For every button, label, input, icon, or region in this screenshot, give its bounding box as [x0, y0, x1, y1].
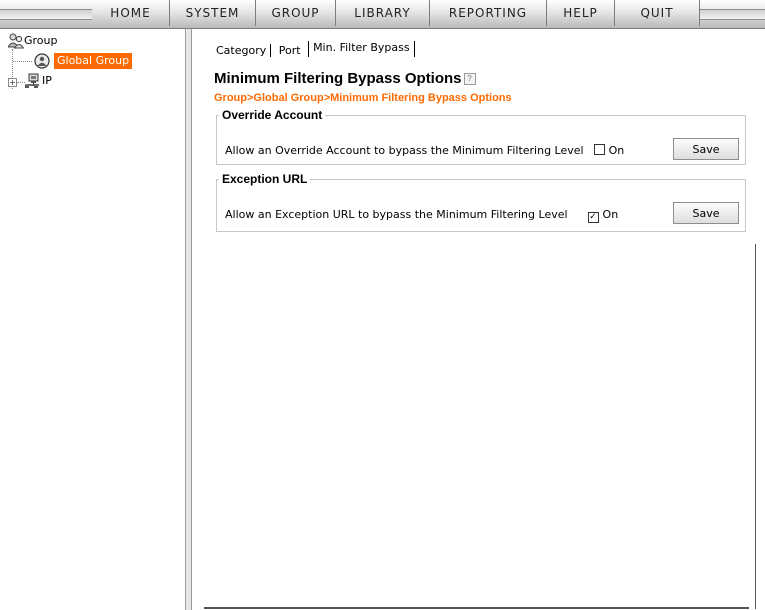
- page-title: Minimum Filtering Bypass Options?: [214, 70, 476, 87]
- override-account-description: Allow an Override Account to bypass the …: [225, 144, 584, 157]
- main-content: Category Port Min. Filter Bypass Minimum…: [192, 29, 765, 610]
- override-account-legend: Override Account: [222, 108, 323, 122]
- tree-expand-toggle[interactable]: +: [8, 78, 17, 87]
- tab-bar: Category Port Min. Filter Bypass: [212, 41, 415, 62]
- menu-bar-decoration-right: [700, 9, 765, 20]
- globe-group-icon: [34, 53, 50, 69]
- top-menu-bar: HOME SYSTEM GROUP LIBRARY REPORTING HELP…: [0, 0, 765, 29]
- menu-library[interactable]: LIBRARY: [336, 0, 430, 26]
- exception-url-checkbox-label[interactable]: On: [603, 208, 619, 221]
- exception-url-checkbox[interactable]: ✓: [587, 212, 599, 223]
- exception-url-row: Allow an Exception URL to bypass the Min…: [225, 208, 618, 223]
- users-group-icon: [7, 33, 25, 49]
- menu-bar-decoration-left: [0, 9, 92, 20]
- help-icon[interactable]: ?: [463, 73, 476, 86]
- network-computer-icon: [24, 73, 40, 89]
- content-frame-border: [204, 607, 749, 609]
- tab-category[interactable]: Category: [212, 44, 272, 57]
- override-account-checkbox[interactable]: [593, 144, 605, 155]
- menu-group[interactable]: GROUP: [256, 0, 336, 26]
- tree-item-ip[interactable]: IP: [24, 73, 84, 89]
- tree-item-group-label: Group: [24, 34, 58, 47]
- group-tree-panel: Group Global Group + IP: [0, 29, 186, 610]
- override-account-section: Override Account Allow an Override Accou…: [216, 108, 746, 165]
- tree-item-ip-label: IP: [42, 74, 52, 87]
- tree-connector: [13, 61, 32, 62]
- menu-help[interactable]: HELP: [547, 0, 615, 26]
- tree-item-global-group-label: Global Group: [54, 53, 133, 69]
- override-account-save-button[interactable]: Save: [673, 138, 739, 160]
- content-frame-border: [755, 244, 756, 609]
- exception-url-save-button[interactable]: Save: [673, 202, 739, 224]
- tab-min-filter-bypass[interactable]: Min. Filter Bypass: [308, 41, 415, 57]
- menu-system[interactable]: SYSTEM: [170, 0, 256, 26]
- menu-home[interactable]: HOME: [92, 0, 170, 26]
- exception-url-section: Exception URL Allow an Exception URL to …: [216, 172, 746, 232]
- override-account-checkbox-label[interactable]: On: [609, 144, 625, 157]
- exception-url-legend: Exception URL: [222, 172, 308, 186]
- menu-reporting[interactable]: REPORTING: [430, 0, 547, 26]
- breadcrumb: Group>Global Group>Minimum Filtering Byp…: [214, 92, 512, 104]
- tab-port[interactable]: Port: [275, 44, 305, 57]
- override-account-row: Allow an Override Account to bypass the …: [225, 144, 624, 157]
- page-title-text: Minimum Filtering Bypass Options: [214, 70, 462, 87]
- exception-url-description: Allow an Exception URL to bypass the Min…: [225, 208, 568, 221]
- tree-item-global-group[interactable]: Global Group: [34, 53, 154, 69]
- menu-quit[interactable]: QUIT: [615, 0, 700, 26]
- tree-item-group[interactable]: Group: [4, 33, 174, 49]
